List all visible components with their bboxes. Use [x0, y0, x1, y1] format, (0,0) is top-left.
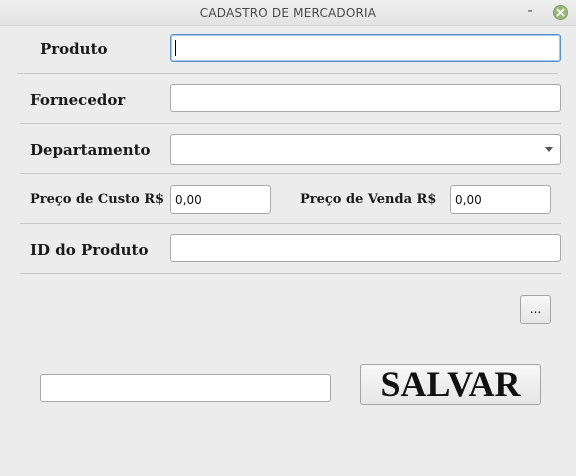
- close-icon[interactable]: [553, 5, 568, 20]
- separator: [20, 223, 561, 224]
- produto-label: Produto: [40, 40, 108, 58]
- id-produto-label: ID do Produto: [30, 241, 149, 259]
- separator: [20, 173, 561, 174]
- fornecedor-label: Fornecedor: [30, 91, 126, 109]
- preco-venda-input[interactable]: [450, 185, 551, 214]
- preco-custo-input[interactable]: [170, 185, 271, 214]
- chevron-down-icon: [545, 147, 553, 152]
- separator: [20, 273, 561, 274]
- id-produto-input[interactable]: [170, 234, 561, 262]
- fornecedor-input[interactable]: [170, 84, 561, 112]
- browse-button[interactable]: ...: [520, 295, 551, 324]
- path-input[interactable]: [40, 374, 331, 402]
- separator: [20, 123, 561, 124]
- produto-input[interactable]: [170, 34, 561, 62]
- departamento-label: Departamento: [30, 141, 151, 159]
- save-button[interactable]: SALVAR: [360, 364, 541, 405]
- text-caret: [175, 40, 176, 56]
- preco-venda-label: Preço de Venda R$: [300, 192, 437, 207]
- window-title: CADASTRO DE MERCADORIA: [199, 6, 377, 20]
- preco-custo-label: Preço de Custo R$: [30, 192, 165, 207]
- title-bar: CADASTRO DE MERCADORIA -: [0, 0, 576, 26]
- minimize-icon[interactable]: -: [523, 3, 537, 21]
- separator: [17, 73, 558, 74]
- departamento-select[interactable]: [170, 134, 561, 165]
